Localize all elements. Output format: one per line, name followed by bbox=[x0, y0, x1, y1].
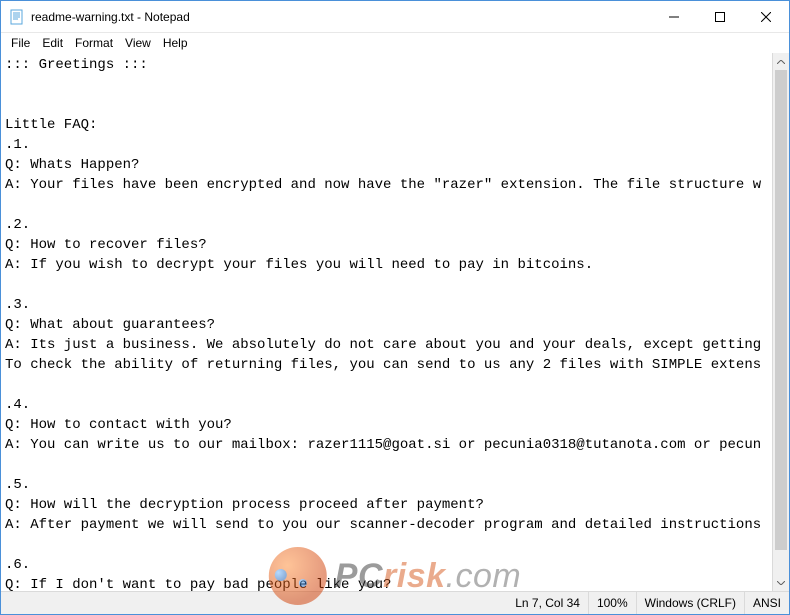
editor-area: ::: Greetings ::: Little FAQ: .1. Q: Wha… bbox=[1, 53, 789, 591]
scroll-track[interactable] bbox=[773, 70, 789, 574]
line: A: You can write us to our mailbox: raze… bbox=[5, 437, 761, 453]
maximize-icon bbox=[715, 12, 725, 22]
notepad-icon bbox=[9, 9, 25, 25]
menu-view[interactable]: View bbox=[119, 34, 157, 52]
line: ::: Greetings ::: bbox=[5, 57, 148, 73]
line: Q: How will the decryption process proce… bbox=[5, 497, 484, 513]
titlebar[interactable]: readme-warning.txt - Notepad bbox=[1, 1, 789, 33]
close-icon bbox=[761, 12, 771, 22]
minimize-icon bbox=[669, 12, 679, 22]
scroll-thumb[interactable] bbox=[775, 70, 787, 550]
status-position: Ln 7, Col 34 bbox=[507, 592, 589, 614]
line: Q: What about guarantees? bbox=[5, 317, 215, 333]
window-controls bbox=[651, 1, 789, 32]
close-button[interactable] bbox=[743, 1, 789, 33]
line: A: If you wish to decrypt your files you… bbox=[5, 257, 593, 273]
line: .3. bbox=[5, 297, 30, 313]
menu-edit[interactable]: Edit bbox=[36, 34, 69, 52]
menubar: File Edit Format View Help bbox=[1, 33, 789, 53]
line: Q: How to contact with you? bbox=[5, 417, 232, 433]
menu-file[interactable]: File bbox=[5, 34, 36, 52]
status-line-ending: Windows (CRLF) bbox=[637, 592, 745, 614]
vertical-scrollbar[interactable] bbox=[772, 53, 789, 591]
line: A: Your files have been encrypted and no… bbox=[5, 177, 761, 193]
statusbar: Ln 7, Col 34 100% Windows (CRLF) ANSI bbox=[1, 591, 789, 614]
line: A: Its just a business. We absolutely do… bbox=[5, 337, 761, 353]
text-editor[interactable]: ::: Greetings ::: Little FAQ: .1. Q: Wha… bbox=[1, 53, 772, 591]
line: To check the ability of returning files,… bbox=[5, 357, 761, 373]
scroll-up-button[interactable] bbox=[773, 53, 789, 70]
line: A: After payment we will send to you our… bbox=[5, 517, 761, 533]
menu-format[interactable]: Format bbox=[69, 34, 119, 52]
line: Q: If I don't want to pay bad people lik… bbox=[5, 577, 391, 591]
chevron-up-icon bbox=[777, 60, 785, 64]
maximize-button[interactable] bbox=[697, 1, 743, 33]
menu-help[interactable]: Help bbox=[157, 34, 194, 52]
line: Q: How to recover files? bbox=[5, 237, 207, 253]
chevron-down-icon bbox=[777, 581, 785, 585]
line: Little FAQ: bbox=[5, 117, 97, 133]
line: .6. bbox=[5, 557, 30, 573]
minimize-button[interactable] bbox=[651, 1, 697, 33]
status-encoding: ANSI bbox=[745, 592, 789, 614]
line: Q: Whats Happen? bbox=[5, 157, 139, 173]
scroll-down-button[interactable] bbox=[773, 574, 789, 591]
line: .2. bbox=[5, 217, 30, 233]
line: .5. bbox=[5, 477, 30, 493]
line: .4. bbox=[5, 397, 30, 413]
notepad-window: readme-warning.txt - Notepad File Edit F… bbox=[0, 0, 790, 615]
status-zoom: 100% bbox=[589, 592, 637, 614]
line: .1. bbox=[5, 137, 30, 153]
window-title: readme-warning.txt - Notepad bbox=[31, 10, 651, 24]
